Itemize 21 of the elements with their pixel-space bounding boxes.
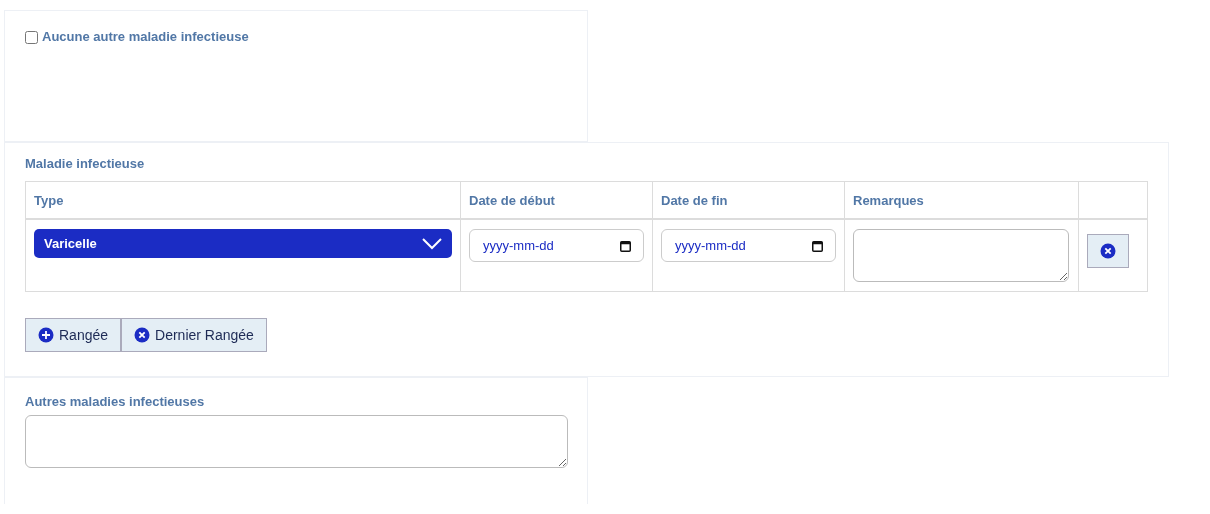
- field-label: Autres maladies infectieuses: [25, 394, 206, 409]
- close-icon: [134, 327, 151, 343]
- delete-row-button[interactable]: [1087, 234, 1129, 268]
- column-header: Remarques: [853, 192, 924, 208]
- close-icon: [1100, 243, 1116, 259]
- checkbox[interactable]: [25, 31, 38, 44]
- date-field[interactable]: yyyy-mm-dd: [469, 229, 644, 262]
- type-dropdown[interactable]: Varicelle: [34, 229, 452, 258]
- remarks-field[interactable]: [853, 229, 1069, 282]
- chevron-down-icon: [422, 237, 442, 250]
- column-header: Type: [34, 192, 64, 208]
- section-title: Maladie infectieuse: [25, 156, 146, 171]
- plus-icon: [38, 327, 54, 343]
- add-row-button[interactable]: Rangée: [25, 318, 122, 352]
- checkbox-label: Aucune autre maladie infectieuse: [42, 29, 249, 44]
- date-field[interactable]: yyyy-mm-dd: [661, 229, 836, 262]
- calendar-icon: [812, 239, 823, 252]
- column-header: Date de début: [469, 192, 555, 208]
- column-header: Date de fin: [661, 192, 728, 208]
- remove-row-button[interactable]: Dernier Rangée: [121, 318, 267, 352]
- calendar-icon: [620, 239, 631, 252]
